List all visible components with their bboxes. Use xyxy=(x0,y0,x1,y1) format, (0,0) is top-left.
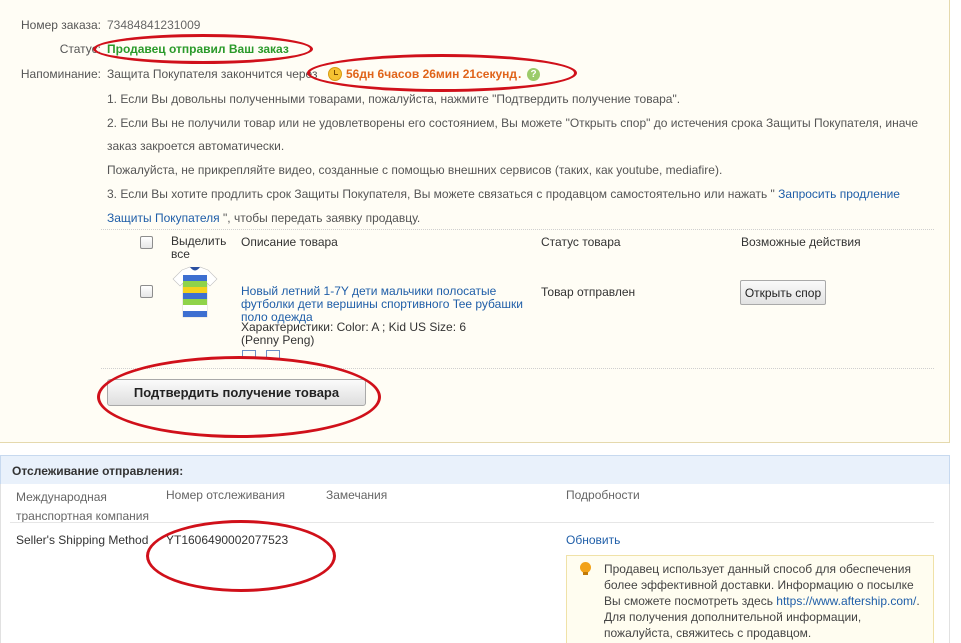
shipping-company: Seller's Shipping Method xyxy=(16,533,149,547)
col-header-notes: Замечания xyxy=(326,488,388,502)
info-line-2: более эффективной доставки. Информацию о… xyxy=(604,578,914,592)
tracking-header: Отслеживание отправления: xyxy=(0,455,950,484)
select-all-checkbox[interactable] xyxy=(140,236,153,249)
info-line-4: Для получения дополнительной информации, xyxy=(604,610,862,624)
refresh-tracking-link[interactable]: Обновить xyxy=(566,533,620,547)
note-3-tail: ", чтобы передать заявку продавцу. xyxy=(223,211,421,225)
select-all-text-1: Выделить xyxy=(171,234,227,248)
lightbulb-icon xyxy=(580,562,591,575)
shipping-info-box: Продавец использует данный способ для об… xyxy=(566,555,934,643)
tracking-number: YT1606490002077523 xyxy=(166,533,289,547)
col-header-tracking-number: Номер отслеживания xyxy=(166,488,286,502)
order-number-value: 73484841231009 xyxy=(107,18,201,32)
note-3-line-2: Защиты Покупателя ", чтобы передать заяв… xyxy=(107,211,420,225)
col-company-text-1: Международная xyxy=(16,490,107,504)
info-line-3-tail: . xyxy=(916,594,920,608)
note-1: 1. Если Вы довольны полученными товарами… xyxy=(107,92,681,106)
reminder-label: Напоминание: xyxy=(20,67,101,81)
col-header-company: Международная транспортная компания xyxy=(16,488,149,526)
note-2-line-1: 2. Если Вы не получили товар или не удов… xyxy=(107,116,919,130)
tracking-title: Отслеживание отправления: xyxy=(12,464,184,478)
protection-timer: 56дн 6часов 26мин 21секунд xyxy=(346,67,517,81)
message-icon[interactable] xyxy=(266,350,280,358)
info-line-1: Продавец использует данный способ для об… xyxy=(604,562,911,576)
col-header-status: Статус товара xyxy=(541,235,621,249)
col-header-actions: Возможные действия xyxy=(741,235,861,249)
select-all-label: Выделить все xyxy=(171,235,226,261)
aftership-link[interactable]: https://www.aftership.com/ xyxy=(776,594,916,608)
item-status: Товар отправлен xyxy=(541,285,636,299)
product-seller: (Penny Peng) xyxy=(241,333,315,347)
note-3-line-1: 3. Если Вы хотите продлить срок Защиты П… xyxy=(107,187,900,201)
product-specs: Характеристики: Color: A ; Kid US Size: … xyxy=(241,320,467,334)
col-header-description: Описание товара xyxy=(241,235,338,249)
divider xyxy=(101,229,934,230)
order-number-label: Номер заказа: xyxy=(20,18,101,32)
divider xyxy=(10,522,934,523)
col-company-text-2: транспортная компания xyxy=(16,509,149,523)
order-status-label: Статус: xyxy=(59,42,101,56)
request-extension-link-cont[interactable]: Защиты Покупателя xyxy=(107,211,220,225)
col-header-details: Подробности xyxy=(566,488,640,502)
note-3-text: 3. Если Вы хотите продлить срок Защиты П… xyxy=(107,187,775,201)
note-video: Пожалуйста, не прикрепляйте видео, созда… xyxy=(107,163,723,177)
confirm-receipt-button[interactable]: Подтвердить получение товара xyxy=(107,379,366,406)
snapshot-icon[interactable] xyxy=(242,350,256,358)
help-icon[interactable]: ? xyxy=(527,68,540,81)
open-dispute-button[interactable]: Открыть спор xyxy=(740,280,826,305)
item-checkbox[interactable] xyxy=(140,285,153,298)
request-extension-link[interactable]: Запросить продление xyxy=(778,187,900,201)
note-2-line-2: заказ закроется автоматически. xyxy=(107,139,285,153)
divider xyxy=(101,368,934,369)
product-title-link[interactable]: Новый летний 1-7Y дети мальчики полосаты… xyxy=(241,285,536,324)
clock-icon xyxy=(328,67,342,81)
shipping-info-text: Продавец использует данный способ для об… xyxy=(604,561,929,641)
info-line-3: Вы сможете посмотреть здесь https://www.… xyxy=(604,593,929,609)
product-thumbnail[interactable] xyxy=(172,266,218,318)
timer-suffix: . xyxy=(518,67,522,81)
info-line-3-text: Вы сможете посмотреть здесь xyxy=(604,594,777,608)
order-status-value: Продавец отправил Ваш заказ xyxy=(107,42,289,56)
reminder-text: Защита Покупателя закончится через xyxy=(107,67,318,81)
info-line-5: пожалуйста, свяжитесь с продавцом. xyxy=(604,626,812,640)
select-all-text-2: все xyxy=(171,247,190,261)
